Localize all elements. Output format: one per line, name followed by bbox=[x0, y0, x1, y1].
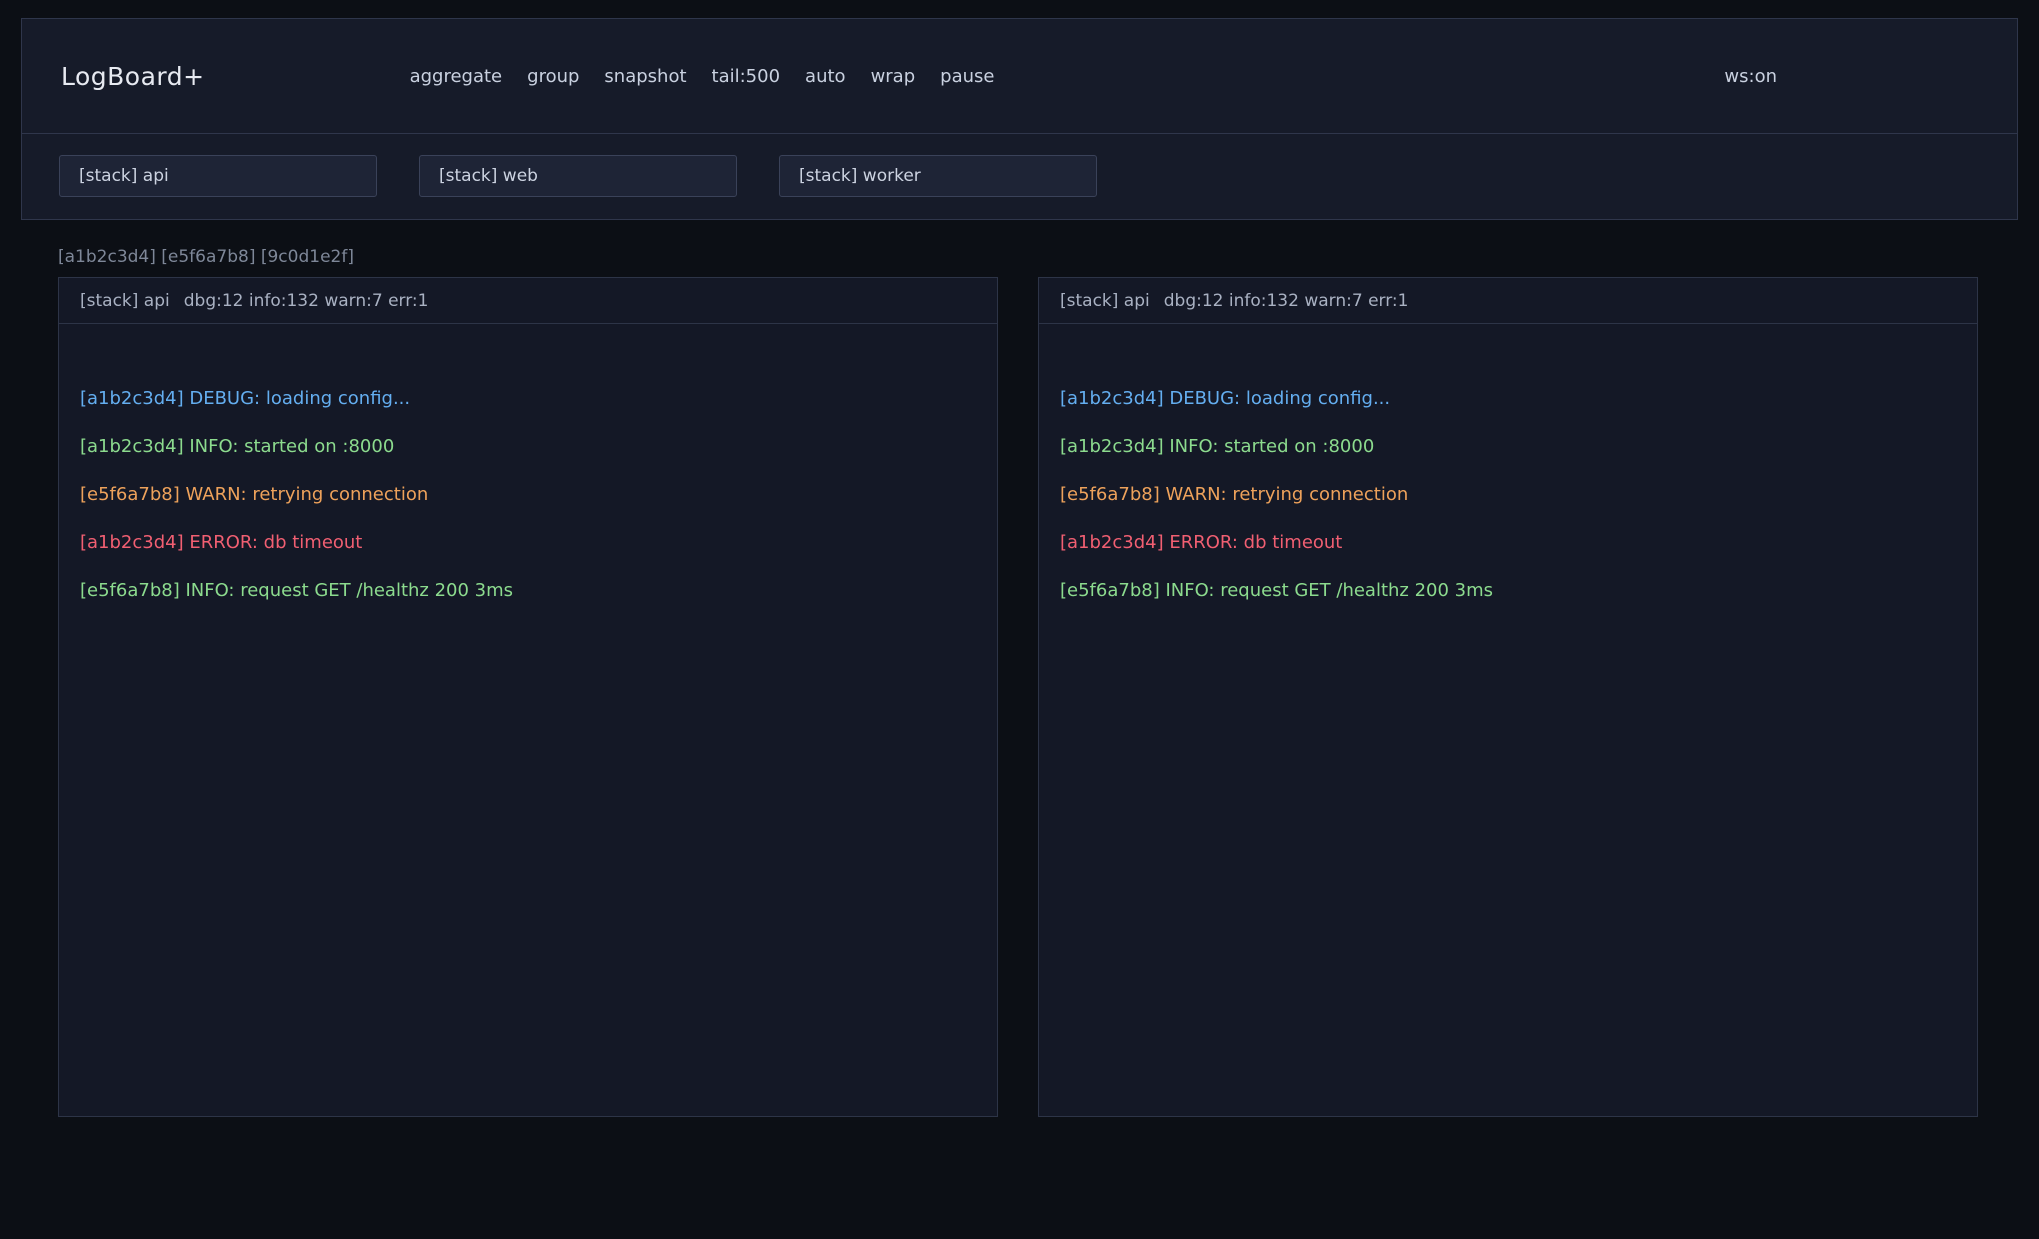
toolbar: aggregate group snapshot tail:500 auto w… bbox=[410, 66, 995, 87]
log-panel-header: [stack] api dbg:12 info:132 warn:7 err:1 bbox=[1039, 278, 1977, 324]
log-line: [a1b2c3d4] INFO: started on :8000 bbox=[80, 433, 976, 460]
toolbar-action-auto[interactable]: auto bbox=[805, 66, 846, 87]
toolbar-action-group[interactable]: group bbox=[527, 66, 579, 87]
log-line: [e5f6a7b8] WARN: retrying connection bbox=[1060, 481, 1956, 508]
stack-chip-row: [stack] api [stack] web [stack] worker bbox=[59, 155, 2017, 197]
log-line: [a1b2c3d4] INFO: started on :8000 bbox=[1060, 433, 1956, 460]
log-line: [e5f6a7b8] INFO: request GET /healthz 20… bbox=[80, 577, 976, 604]
log-line: [e5f6a7b8] INFO: request GET /healthz 20… bbox=[1060, 577, 1956, 604]
topbar: LogBoard+ aggregate group snapshot tail:… bbox=[22, 19, 2017, 134]
log-panel-left: [stack] api dbg:12 info:132 warn:7 err:1… bbox=[58, 277, 998, 1117]
panel-stats: dbg:12 info:132 warn:7 err:1 bbox=[184, 291, 429, 311]
log-panel-header: [stack] api dbg:12 info:132 warn:7 err:1 bbox=[59, 278, 997, 324]
log-scroll-area[interactable]: [a1b2c3d4] DEBUG: loading config... [a1b… bbox=[59, 324, 997, 1116]
stack-chip-worker[interactable]: [stack] worker bbox=[779, 155, 1097, 197]
toolbar-action-pause[interactable]: pause bbox=[940, 66, 994, 87]
panel-stack-name: [stack] api bbox=[1060, 291, 1150, 311]
stack-chip-api[interactable]: [stack] api bbox=[59, 155, 377, 197]
log-line: [a1b2c3d4] DEBUG: loading config... bbox=[1060, 385, 1956, 412]
stack-chip-web[interactable]: [stack] web bbox=[419, 155, 737, 197]
toolbar-action-tail[interactable]: tail:500 bbox=[712, 66, 781, 87]
log-scroll-area[interactable]: [a1b2c3d4] DEBUG: loading config... [a1b… bbox=[1039, 324, 1977, 1116]
trace-id-line: [a1b2c3d4] [e5f6a7b8] [9c0d1e2f] bbox=[58, 247, 2018, 267]
log-line: [a1b2c3d4] ERROR: db timeout bbox=[1060, 529, 1956, 556]
panel-stack-name: [stack] api bbox=[80, 291, 170, 311]
toolbar-action-wrap[interactable]: wrap bbox=[871, 66, 916, 87]
log-line: [e5f6a7b8] WARN: retrying connection bbox=[80, 481, 976, 508]
app-title: LogBoard+ bbox=[61, 62, 205, 91]
log-line: [a1b2c3d4] DEBUG: loading config... bbox=[80, 385, 976, 412]
log-line: [a1b2c3d4] ERROR: db timeout bbox=[80, 529, 976, 556]
toolbar-action-snapshot[interactable]: snapshot bbox=[604, 66, 686, 87]
toolbar-action-aggregate[interactable]: aggregate bbox=[410, 66, 503, 87]
websocket-status-toggle[interactable]: ws:on bbox=[1724, 66, 1777, 87]
log-panel-right: [stack] api dbg:12 info:132 warn:7 err:1… bbox=[1038, 277, 1978, 1117]
log-panels: [stack] api dbg:12 info:132 warn:7 err:1… bbox=[58, 277, 2018, 1117]
header-box: LogBoard+ aggregate group snapshot tail:… bbox=[21, 18, 2018, 220]
panel-stats: dbg:12 info:132 warn:7 err:1 bbox=[1164, 291, 1409, 311]
